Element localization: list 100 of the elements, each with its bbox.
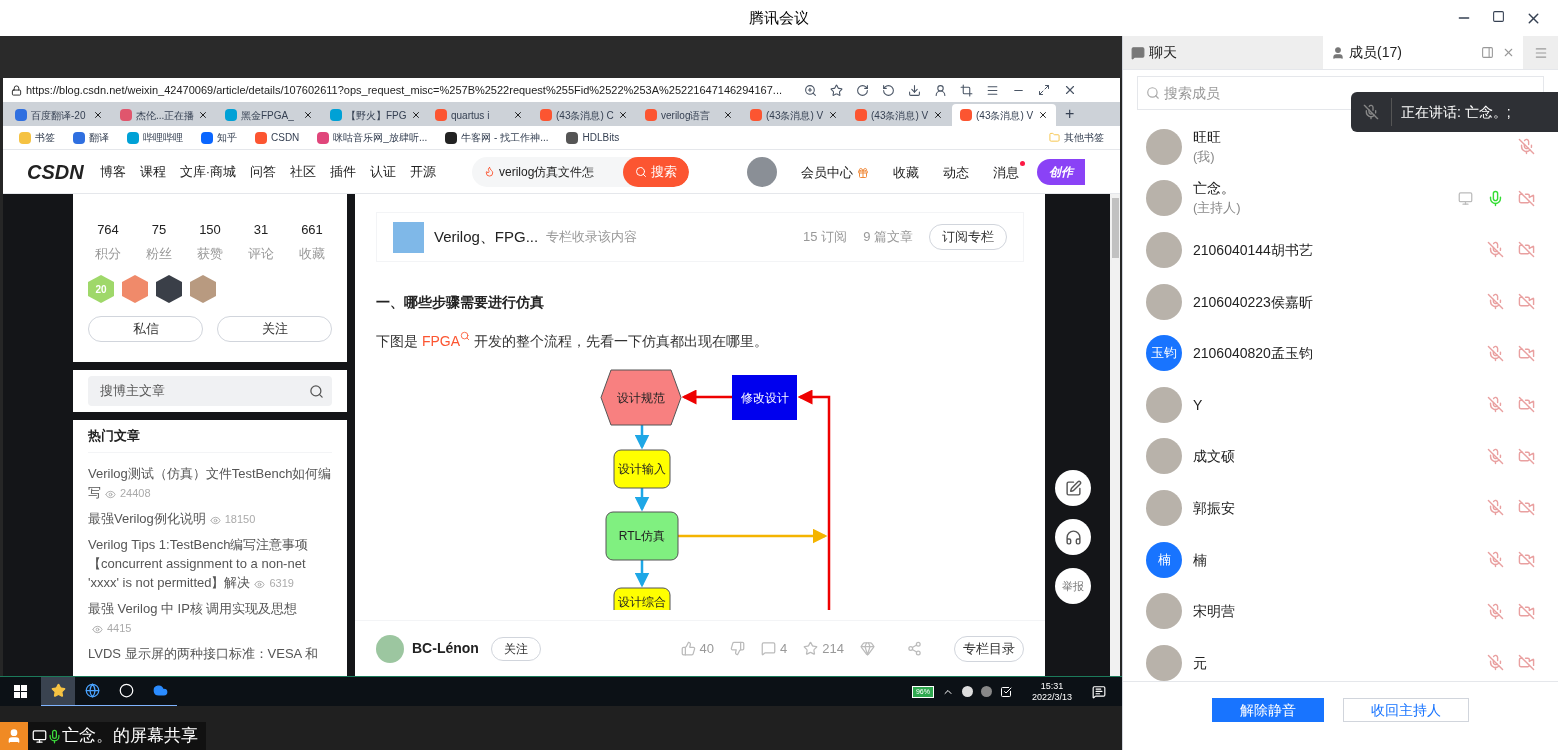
member-name: 2106040820孟玉钧 xyxy=(1193,344,1313,364)
new-tab-button[interactable]: + xyxy=(1057,106,1083,126)
column-title[interactable]: Verilog、FPG... xyxy=(434,225,539,249)
member-row[interactable]: 旺旺 (我) xyxy=(1123,121,1558,173)
menu-icon[interactable] xyxy=(986,83,999,97)
close-tab-icon[interactable] xyxy=(198,110,209,120)
member-name: 成文硕 xyxy=(1193,447,1235,467)
header-link[interactable]: 收藏 xyxy=(893,160,925,183)
popout-icon[interactable] xyxy=(1481,46,1494,59)
stat-label: 评论 xyxy=(248,244,274,263)
panel-tab[interactable]: 聊天 xyxy=(1123,36,1323,69)
bookmark-folder[interactable]: 其他书签 xyxy=(1049,130,1104,145)
close-tab-icon[interactable] xyxy=(828,110,838,120)
action-button[interactable]: 解除静音 xyxy=(1212,698,1324,722)
crop-icon[interactable] xyxy=(960,83,973,97)
reload-icon[interactable] xyxy=(856,83,869,97)
nav-link[interactable]: 问答 xyxy=(250,161,276,182)
search-field[interactable]: verilog仿真文件怎 搜索 xyxy=(472,156,689,187)
bookmark-link[interactable]: CSDN xyxy=(255,130,300,145)
close-tab-icon[interactable] xyxy=(93,110,103,120)
bookmark-link[interactable]: 牛客网 - 找工作神... xyxy=(445,130,549,145)
avatar: 玉钧 xyxy=(1146,335,1182,372)
column-thumbnail xyxy=(393,221,424,253)
window-title: 腾讯会议 xyxy=(749,7,809,28)
browser-tab[interactable]: verilog语言 xyxy=(637,104,741,126)
nav-link[interactable]: 开源 xyxy=(410,161,436,182)
article-link[interactable]: Verilog Tips 1:TestBench编写注意事项【concurrent assignment to a non-net 'xxxx' is not permitted】解决 6319 xyxy=(88,535,332,593)
nav-link[interactable]: 插件 xyxy=(330,161,356,182)
close-tab-icon[interactable] xyxy=(723,110,733,120)
nav-link[interactable]: 认证 xyxy=(370,161,396,182)
browser-tab[interactable]: (43条消息) V xyxy=(742,104,846,126)
share-caption-text: 亡念。的屏幕共享 xyxy=(62,725,198,748)
close-tab-icon[interactable] xyxy=(618,110,628,120)
close-tab-icon[interactable] xyxy=(1038,110,1048,120)
arrow xyxy=(681,389,732,405)
flowchart-node: 设计输入 xyxy=(613,449,671,489)
tray-check-icon[interactable] xyxy=(999,685,1012,698)
article-link[interactable]: 最强Verilog例化说明 18150 xyxy=(88,509,332,529)
maximize-icon[interactable] xyxy=(1492,9,1505,23)
close-icon[interactable] xyxy=(1063,83,1077,97)
bookmark-link[interactable]: 知乎 xyxy=(201,130,237,145)
nav-link[interactable]: 文库·商城 xyxy=(179,161,236,182)
close-tab-icon[interactable] xyxy=(303,110,313,120)
browser-tab[interactable]: 【野火】FPG xyxy=(322,104,426,126)
stat-label: 粉丝 xyxy=(146,244,172,263)
browser-tab[interactable]: 杰伦...正在播 xyxy=(112,104,216,126)
header-link[interactable]: 会员中心 xyxy=(801,160,875,183)
gift-icon xyxy=(857,166,869,179)
search-icon xyxy=(1146,86,1160,100)
header-link[interactable]: 动态 xyxy=(943,160,975,183)
url-text[interactable]: https://blog.csdn.net/weixin_42470069/article/details/107602611?ops_request_misc=%257B%2522request%255Fid%2522%253A%25221647146294167... xyxy=(26,81,796,99)
notification-icon[interactable] xyxy=(1092,684,1106,699)
bookmark-link[interactable]: 翻译 xyxy=(73,130,109,145)
create-button[interactable]: 创作 xyxy=(1037,158,1085,185)
author-name[interactable]: BC-Lénon xyxy=(412,638,479,659)
taskbar-app[interactable] xyxy=(41,676,75,707)
browser-tab[interactable]: (43条消息) V xyxy=(847,104,951,126)
mic-muted-icon xyxy=(1363,104,1379,120)
app-tray-icon[interactable] xyxy=(961,686,973,697)
browser-tab[interactable]: (43条消息) C xyxy=(532,104,636,126)
nav-link[interactable]: 课程 xyxy=(139,161,166,182)
nav-link[interactable]: 博客 xyxy=(99,161,126,182)
report-button[interactable]: 举报 xyxy=(1055,568,1091,604)
article-link[interactable]: 最强 Verilog 中 IP核 调用实现及思想 4415 xyxy=(88,599,332,638)
headset-button[interactable] xyxy=(1055,519,1091,555)
search-icon[interactable] xyxy=(309,383,324,399)
profile-icon[interactable] xyxy=(934,83,947,97)
header-link[interactable]: 消息 xyxy=(993,160,1025,183)
stat-value: 31 xyxy=(253,221,269,239)
browser-tab[interactable]: quartus i xyxy=(427,104,531,126)
close-tab-icon[interactable] xyxy=(410,110,421,120)
bookmark-link[interactable]: HDLBits xyxy=(566,130,620,145)
zoom-icon[interactable] xyxy=(804,83,817,97)
avatar xyxy=(1146,438,1182,475)
chat-icon xyxy=(1131,45,1145,60)
nav-link[interactable]: 社区 xyxy=(290,161,316,182)
search-field[interactable]: 搜博主文章 xyxy=(88,376,332,406)
action-button[interactable]: 收回主持人 xyxy=(1343,698,1469,722)
close-tab-icon[interactable] xyxy=(513,110,523,120)
screen-share-icon xyxy=(32,728,47,744)
article-link[interactable]: LVDS 显示屏的两种接口标准：VESA 和 xyxy=(88,644,332,663)
browser-tab[interactable]: 百度翻译-20 xyxy=(7,104,111,126)
bookmark-link[interactable]: 哔哩哔哩 xyxy=(127,130,183,145)
article-link[interactable]: Verilog测试（仿真）文件TestBench如何编写 24408 xyxy=(88,464,332,503)
browser-tab[interactable]: 黑金FPGA_ xyxy=(217,104,321,126)
person-icon xyxy=(1331,45,1345,60)
close-tab-icon[interactable] xyxy=(933,110,943,120)
edit-button[interactable] xyxy=(1055,470,1091,506)
member-role: (我) xyxy=(1193,147,1216,166)
restore-icon[interactable] xyxy=(1038,84,1050,96)
bookmark-star-icon[interactable] xyxy=(830,83,843,97)
start-icon[interactable] xyxy=(14,685,27,698)
flowchart-node: RTL仿真 xyxy=(605,511,679,561)
eye-icon xyxy=(92,623,103,635)
bookmark-link[interactable]: 咪咕音乐网_放肆听... xyxy=(317,130,428,145)
download-icon[interactable] xyxy=(908,83,921,97)
browser-tab[interactable]: (43条消息) V xyxy=(952,104,1056,126)
undo-icon[interactable] xyxy=(882,83,895,97)
csdn-logo[interactable]: CSDN xyxy=(27,156,84,187)
bookmark-link[interactable]: 书签 xyxy=(19,130,55,145)
